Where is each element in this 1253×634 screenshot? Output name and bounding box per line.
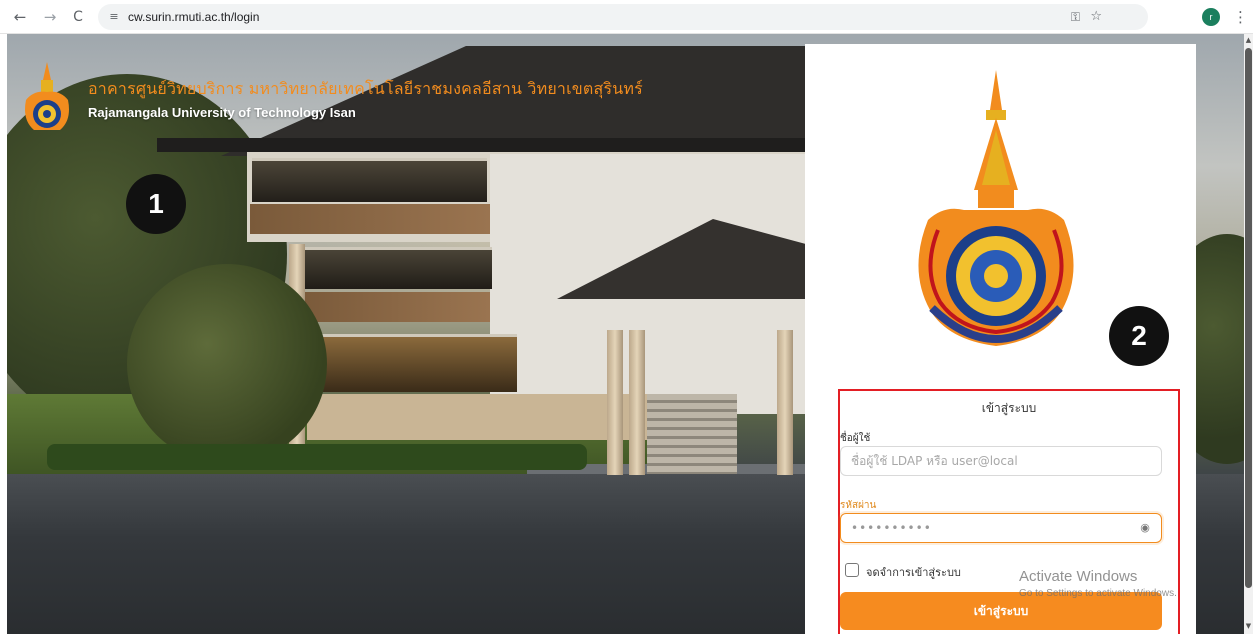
page-subtitle: Rajamangala University of Technology Isa… (88, 105, 356, 120)
watermark-line-1: Activate Windows (1019, 568, 1138, 585)
username-input[interactable] (840, 446, 1162, 476)
address-bar[interactable]: ≡ cw.surin.rmuti.ac.th/login ⚿ ☆ (98, 4, 1148, 30)
browser-toolbar: ← → C ≡ cw.surin.rmuti.ac.th/login ⚿ ☆ r… (0, 0, 1253, 34)
back-arrow-icon[interactable]: ← (10, 7, 30, 27)
reload-icon[interactable]: C (68, 7, 88, 27)
page-scrollbar[interactable]: ▲ ▼ (1244, 34, 1253, 634)
password-label: รหัสผ่าน (840, 500, 877, 511)
hedge (47, 444, 587, 470)
activate-windows-watermark: Activate Windows Go to Settings to activ… (1019, 568, 1177, 599)
scroll-down-arrow-icon[interactable]: ▼ (1244, 622, 1253, 630)
bookmark-star-icon[interactable]: ☆ (1090, 8, 1102, 26)
login-title: เข้าสู่ระบบ (981, 401, 1037, 415)
forward-arrow-icon[interactable]: → (40, 7, 60, 27)
watermark-line-2: Go to Settings to activate Windows. (1019, 588, 1177, 599)
profile-avatar[interactable]: r (1202, 8, 1220, 26)
show-password-eye-icon[interactable]: ◉ (1138, 521, 1152, 535)
step-badge-1: 1 (126, 174, 186, 234)
kebab-menu-icon[interactable]: ⋮ (1233, 7, 1248, 27)
url-text[interactable]: cw.surin.rmuti.ac.th/login (128, 10, 259, 24)
site-info-icon[interactable]: ≡ (106, 9, 122, 25)
username-label: ชื่อผู้ใช้ (840, 433, 871, 444)
university-crest-icon (918, 70, 1074, 346)
entrance-stairs (647, 394, 737, 474)
password-key-icon[interactable]: ⚿ (1071, 8, 1080, 26)
scroll-thumb[interactable] (1245, 48, 1252, 588)
university-emblem-icon (25, 62, 69, 130)
step-badge-2: 2 (1109, 306, 1169, 366)
remember-me-checkbox[interactable] (845, 563, 859, 577)
page-viewport: อาคารศูนย์วิทยบริการ มหาวิทยาลัยเทคโนโลย… (0, 34, 1253, 634)
remember-me-label[interactable]: จดจำการเข้าสู่ระบบ (866, 563, 961, 581)
scroll-up-arrow-icon[interactable]: ▲ (1244, 36, 1253, 44)
password-input[interactable] (840, 513, 1162, 543)
page-title: อาคารศูนย์วิทยบริการ มหาวิทยาลัยเทคโนโลย… (88, 79, 643, 98)
